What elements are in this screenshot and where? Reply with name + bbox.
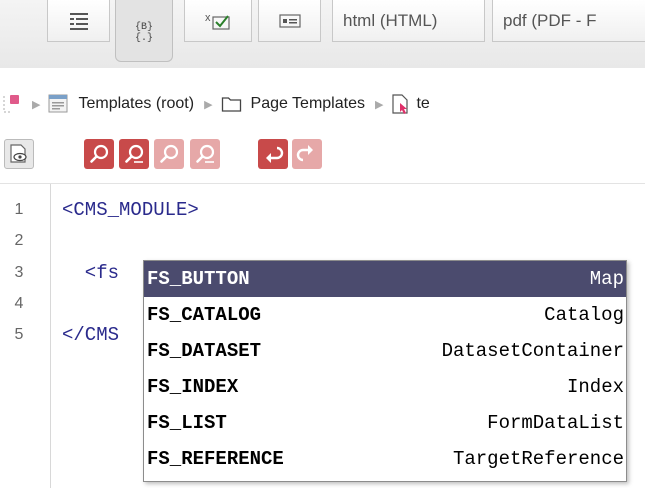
autocomplete-item-type: Map	[589, 268, 624, 290]
undo-button[interactable]	[258, 139, 288, 169]
breadcrumb-page-templates[interactable]: Page Templates	[221, 95, 365, 113]
code-line: </CMS	[62, 324, 120, 346]
folder-icon	[221, 97, 241, 112]
find-button[interactable]	[84, 139, 114, 169]
list-view-icon	[69, 12, 88, 30]
svg-text:x: x	[205, 12, 211, 24]
find-next-button[interactable]	[154, 139, 184, 169]
layout-view-icon	[278, 13, 301, 28]
autocomplete-item[interactable]: FS_CATALOG Catalog	[144, 297, 626, 333]
autocomplete-item-name: FS_CATALOG	[147, 304, 262, 326]
autocomplete-item-type: Catalog	[544, 304, 624, 326]
line-number: 5	[14, 326, 24, 343]
redo-icon	[296, 145, 313, 162]
autocomplete-item-type: DatasetContainer	[441, 340, 624, 362]
autocomplete-popup: FS_BUTTON Map FS_CATALOG Catalog FS_DATA…	[143, 260, 627, 482]
svg-text:{.}: {.}	[135, 32, 153, 44]
preview-icon	[10, 144, 27, 163]
line-number: 4	[14, 295, 24, 312]
line-number: 2	[14, 232, 24, 249]
tab-list-view[interactable]	[47, 0, 110, 42]
tab-pdf[interactable]: pdf (PDF - F	[492, 0, 645, 42]
breadcrumb-current-template[interactable]: te	[391, 93, 430, 115]
breadcrumb-separator-icon: ▶	[374, 98, 384, 111]
undo-icon	[266, 146, 284, 163]
find-next-icon	[160, 144, 179, 163]
line-number: 1	[14, 201, 24, 218]
view-tab-bar: {B} {.} x html (HTML) pdf (PDF - F	[0, 0, 645, 68]
tab-source-code[interactable]: {B} {.}	[115, 0, 173, 62]
page-template-icon	[392, 94, 409, 114]
autocomplete-item[interactable]: FS_INDEX Index	[144, 369, 626, 405]
find-previous-icon	[196, 144, 215, 163]
tab-html-label: html (HTML)	[343, 10, 438, 30]
breadcrumb-project[interactable]	[2, 93, 22, 115]
redo-button[interactable]	[292, 139, 322, 169]
templates-icon	[48, 94, 68, 113]
breadcrumb-separator-icon: ▶	[204, 98, 213, 111]
find-icon	[90, 144, 109, 163]
project-tree-icon	[3, 95, 19, 113]
breadcrumb-templates-root[interactable]: Templates (root)	[48, 94, 194, 114]
svg-text:{B}: {B}	[135, 21, 153, 33]
tab-html[interactable]: html (HTML)	[332, 0, 485, 42]
tab-pdf-label: pdf (PDF - F	[503, 10, 597, 30]
code-line: <CMS_MODULE>	[62, 199, 199, 221]
tab-form[interactable]: x	[184, 0, 252, 42]
breadcrumb: ▶ Templates (root) ▶ Page Templates ▶ te	[0, 80, 645, 128]
autocomplete-item-name: FS_REFERENCE	[147, 448, 284, 470]
breadcrumb-templates-label: Templates (root)	[78, 95, 195, 112]
preview-button[interactable]	[4, 139, 34, 169]
breadcrumb-page-templates-label: Page Templates	[250, 95, 365, 112]
breadcrumb-separator-icon: ▶	[32, 98, 41, 111]
line-number: 3	[14, 264, 24, 281]
autocomplete-item-type: TargetReference	[452, 448, 624, 470]
line-number-gutter: 1 2 3 4 5	[0, 184, 51, 488]
find-replace-button[interactable]	[119, 139, 149, 169]
autocomplete-item-type: Index	[566, 376, 624, 398]
source-code-icon: {B} {.}	[135, 21, 153, 44]
autocomplete-item-name: FS_LIST	[147, 412, 227, 434]
autocomplete-item-name: FS_BUTTON	[147, 268, 250, 290]
autocomplete-item[interactable]: FS_LIST FormDataList	[144, 405, 626, 441]
code-line: <fs	[62, 262, 120, 284]
autocomplete-item-name: FS_DATASET	[147, 340, 262, 362]
editor-toolbar	[0, 137, 645, 173]
autocomplete-item[interactable]: FS_REFERENCE TargetReference	[144, 441, 626, 477]
checkbox-form-icon: x	[205, 12, 230, 30]
autocomplete-item[interactable]: FS_DATASET DatasetContainer	[144, 333, 626, 369]
tab-layout[interactable]	[258, 0, 321, 42]
autocomplete-item-name: FS_INDEX	[147, 376, 239, 398]
breadcrumb-current-label: te	[416, 95, 430, 112]
autocomplete-item[interactable]: FS_BUTTON Map	[144, 261, 626, 297]
find-replace-icon	[125, 144, 144, 163]
find-previous-button[interactable]	[190, 139, 220, 169]
autocomplete-item-type: FormDataList	[487, 412, 624, 434]
